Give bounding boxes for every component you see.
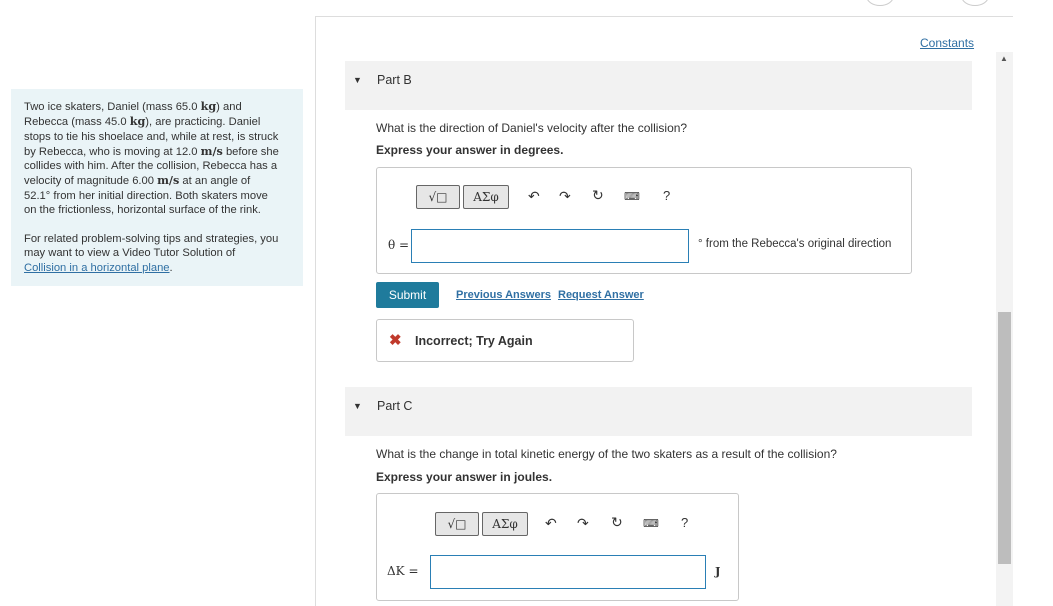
help-icon[interactable]: ? [681,515,688,530]
part-c-header[interactable]: ▼ Part C [345,387,972,436]
part-c-instructions: Express your answer in joules. [376,470,553,484]
part-b-instructions: Express your answer in degrees. [376,143,564,157]
greek-symbols-button[interactable]: ΑΣφ [482,512,528,536]
part-c-title: Part C [377,399,413,413]
theta-label: θ = [388,238,410,252]
problem-statement: Two ice skaters, Daniel (mass 65.0 kg) a… [11,89,303,286]
delta-k-input[interactable] [430,555,706,589]
undo-icon[interactable]: ↶ [545,515,557,532]
problem-tips: For related problem-solving tips and str… [24,233,279,274]
math-template-button[interactable]: √□ [416,185,460,209]
problem-paragraph: Two ice skaters, Daniel (mass 65.0 kg) a… [24,99,279,217]
feedback-text: Incorrect; Try Again [415,334,533,348]
feedback-box: ✖ Incorrect; Try Again [376,319,634,362]
redo-icon[interactable]: ↷ [577,515,589,532]
reset-icon[interactable]: ↻ [592,187,604,204]
help-icon[interactable]: ? [663,188,670,203]
keyboard-icon[interactable]: ⌨ [624,190,640,203]
top-divider [316,16,1013,17]
part-b-answer-box: √□ ΑΣφ ↶ ↷ ↻ ⌨ ? θ = ° from the Rebecca'… [376,167,912,274]
keyboard-icon[interactable]: ⌨ [643,517,659,530]
scrollbar-thumb[interactable] [998,312,1011,564]
reset-icon[interactable]: ↻ [611,514,623,531]
constants-link[interactable]: Constants [920,36,974,50]
part-c-answer-box: √□ ΑΣφ ↶ ↷ ↻ ⌨ ? ΔK = J [376,493,739,601]
caret-down-icon[interactable]: ▼ [353,401,362,411]
part-c-question: What is the change in total kinetic ener… [376,447,837,461]
unit-kg: kg [129,114,146,129]
redo-icon[interactable]: ↷ [559,188,571,205]
part-b-unit: ° from the Rebecca's original direction [698,238,892,250]
previous-answers-link[interactable]: Previous Answers [456,289,551,301]
part-b-header[interactable]: ▼ Part B [345,61,972,110]
unit-ms: m/s [200,143,223,158]
request-answer-link[interactable]: Request Answer [558,289,644,301]
video-tutor-link[interactable]: Collision in a horizontal plane [24,262,170,274]
panel-divider [315,16,316,606]
greek-symbols-button[interactable]: ΑΣφ [463,185,509,209]
top-nav-button[interactable] [866,0,894,6]
undo-icon[interactable]: ↶ [528,188,540,205]
theta-input[interactable] [411,229,689,263]
unit-kg: kg [200,99,217,113]
math-template-button[interactable]: √□ [435,512,479,536]
incorrect-x-icon: ✖ [389,332,402,349]
part-c-unit: J [715,564,721,578]
part-b-title: Part B [377,73,412,87]
caret-down-icon[interactable]: ▼ [353,75,362,85]
part-b-question: What is the direction of Daniel's veloci… [376,121,688,135]
delta-k-label: ΔK = [387,564,419,578]
submit-button[interactable]: Submit [376,282,439,308]
unit-ms: m/s [157,173,180,188]
scroll-up-arrow-icon[interactable]: ▲ [1000,54,1008,63]
top-nav-button[interactable] [961,0,989,6]
